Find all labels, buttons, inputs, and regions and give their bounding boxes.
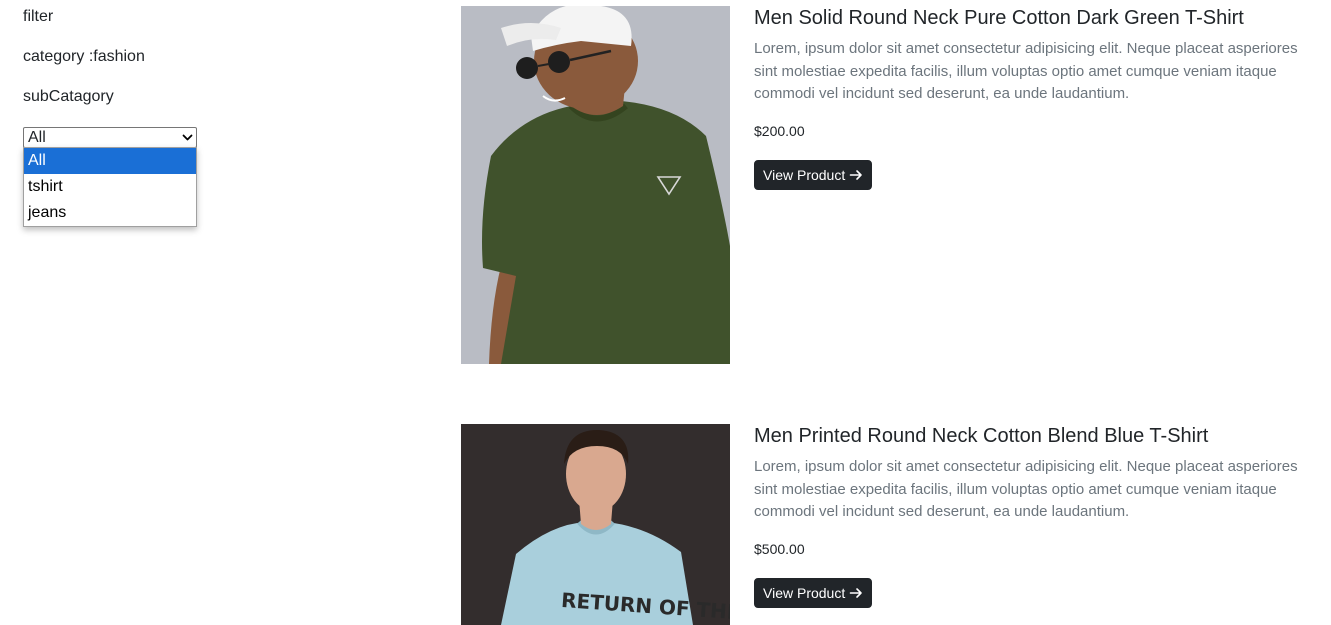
product-image[interactable]: RETURN OF THE: [461, 424, 730, 625]
option-tshirt[interactable]: tshirt: [24, 174, 196, 200]
arrow-right-icon: [849, 588, 863, 598]
view-product-label: View Product: [763, 167, 846, 183]
subcategory-select-value: All: [28, 129, 46, 146]
view-product-button[interactable]: View Product: [754, 578, 873, 608]
option-all[interactable]: All: [24, 148, 196, 174]
product-title: Men Solid Round Neck Pure Cotton Dark Gr…: [754, 7, 1244, 29]
green-tshirt-model-image: [461, 6, 730, 364]
view-product-label: View Product: [763, 585, 846, 601]
product-title: Men Printed Round Neck Cotton Blend Blue…: [754, 425, 1209, 447]
product-image[interactable]: [461, 6, 730, 364]
product-price: $200.00: [754, 123, 805, 139]
chevron-down-icon: [182, 134, 193, 141]
product-description: Lorem, ipsum dolor sit amet consectetur …: [754, 458, 1298, 520]
filter-label: filter: [23, 8, 54, 25]
view-product-button[interactable]: View Product: [754, 160, 873, 190]
subcategory-select[interactable]: All: [23, 127, 197, 148]
arrow-right-icon: [849, 170, 863, 180]
category-label: category :fashion: [23, 48, 145, 65]
product-price: $500.00: [754, 541, 805, 557]
subcategory-dropdown: All tshirt jeans: [23, 147, 197, 227]
blue-tshirt-model-image: RETURN OF THE: [461, 424, 730, 625]
product-description: Lorem, ipsum dolor sit amet consectetur …: [754, 40, 1298, 102]
subcategory-label: subCatagory: [23, 88, 114, 105]
option-jeans[interactable]: jeans: [24, 200, 196, 226]
